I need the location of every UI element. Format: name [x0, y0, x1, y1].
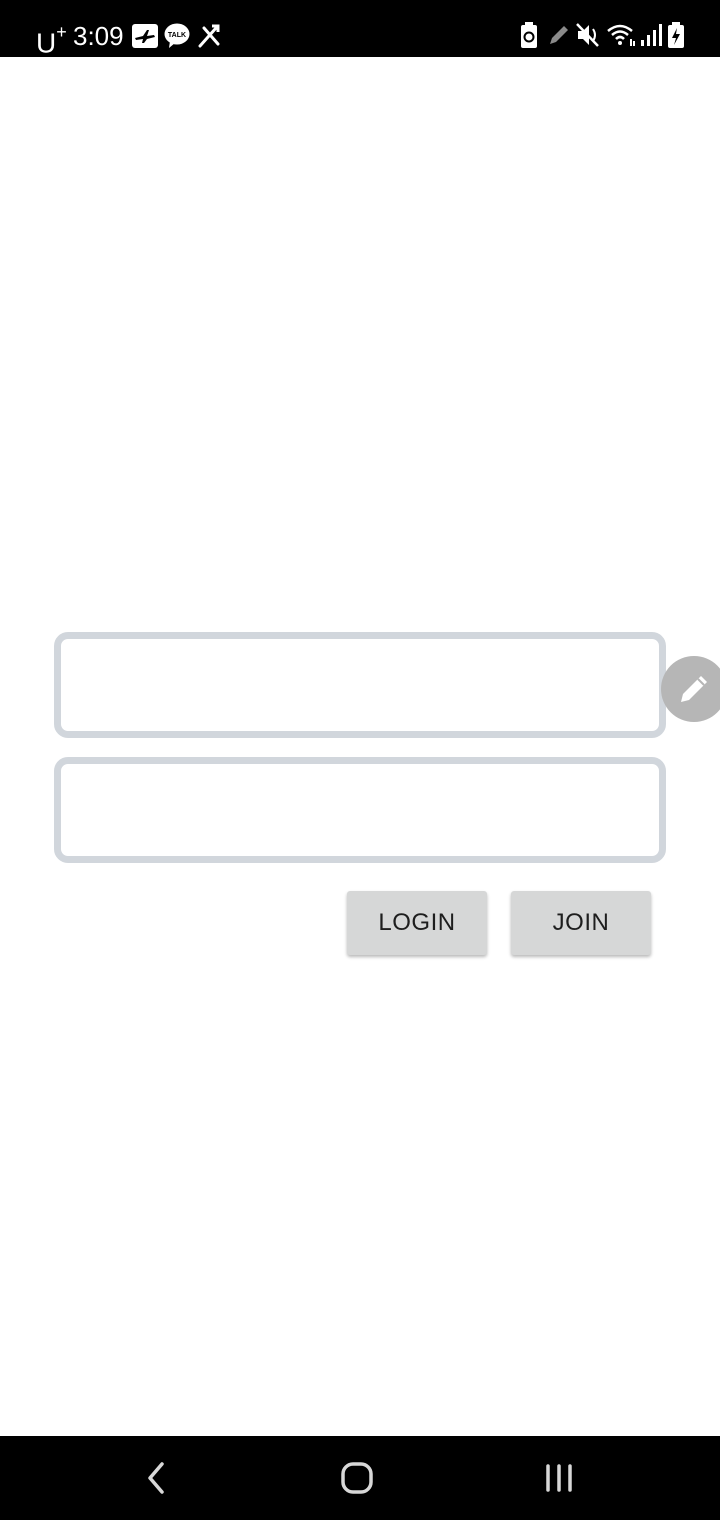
- username-field[interactable]: [54, 632, 666, 738]
- join-button[interactable]: JOIN: [511, 891, 651, 955]
- back-icon[interactable]: [126, 1458, 186, 1498]
- edit-floating-button[interactable]: [661, 656, 720, 722]
- wifi-icon: [607, 24, 635, 46]
- pen-icon: [550, 26, 568, 44]
- kakaotalk-icon: TALK: [164, 23, 190, 48]
- carrier-suffix: +: [56, 22, 67, 42]
- home-icon[interactable]: [327, 1458, 387, 1498]
- login-button[interactable]: LOGIN: [347, 891, 487, 955]
- carrier-name: U: [36, 27, 57, 59]
- missed-call-icon: [198, 24, 220, 48]
- carrier-label: U+: [36, 20, 67, 59]
- flight-app-icon: [132, 24, 158, 48]
- signal-icon: [641, 24, 662, 46]
- clock: 3:09: [73, 21, 124, 51]
- mute-icon: [576, 23, 599, 47]
- recents-icon[interactable]: [529, 1458, 589, 1498]
- status-bar: U+ 3:09 TALK: [0, 0, 720, 59]
- password-field[interactable]: [54, 757, 666, 863]
- battery-saver-icon: [521, 22, 537, 48]
- battery-charging-icon: [668, 22, 684, 48]
- kakaotalk-badge-text: TALK: [168, 32, 186, 39]
- navigation-bar: [0, 1436, 720, 1520]
- pencil-icon: [681, 676, 707, 702]
